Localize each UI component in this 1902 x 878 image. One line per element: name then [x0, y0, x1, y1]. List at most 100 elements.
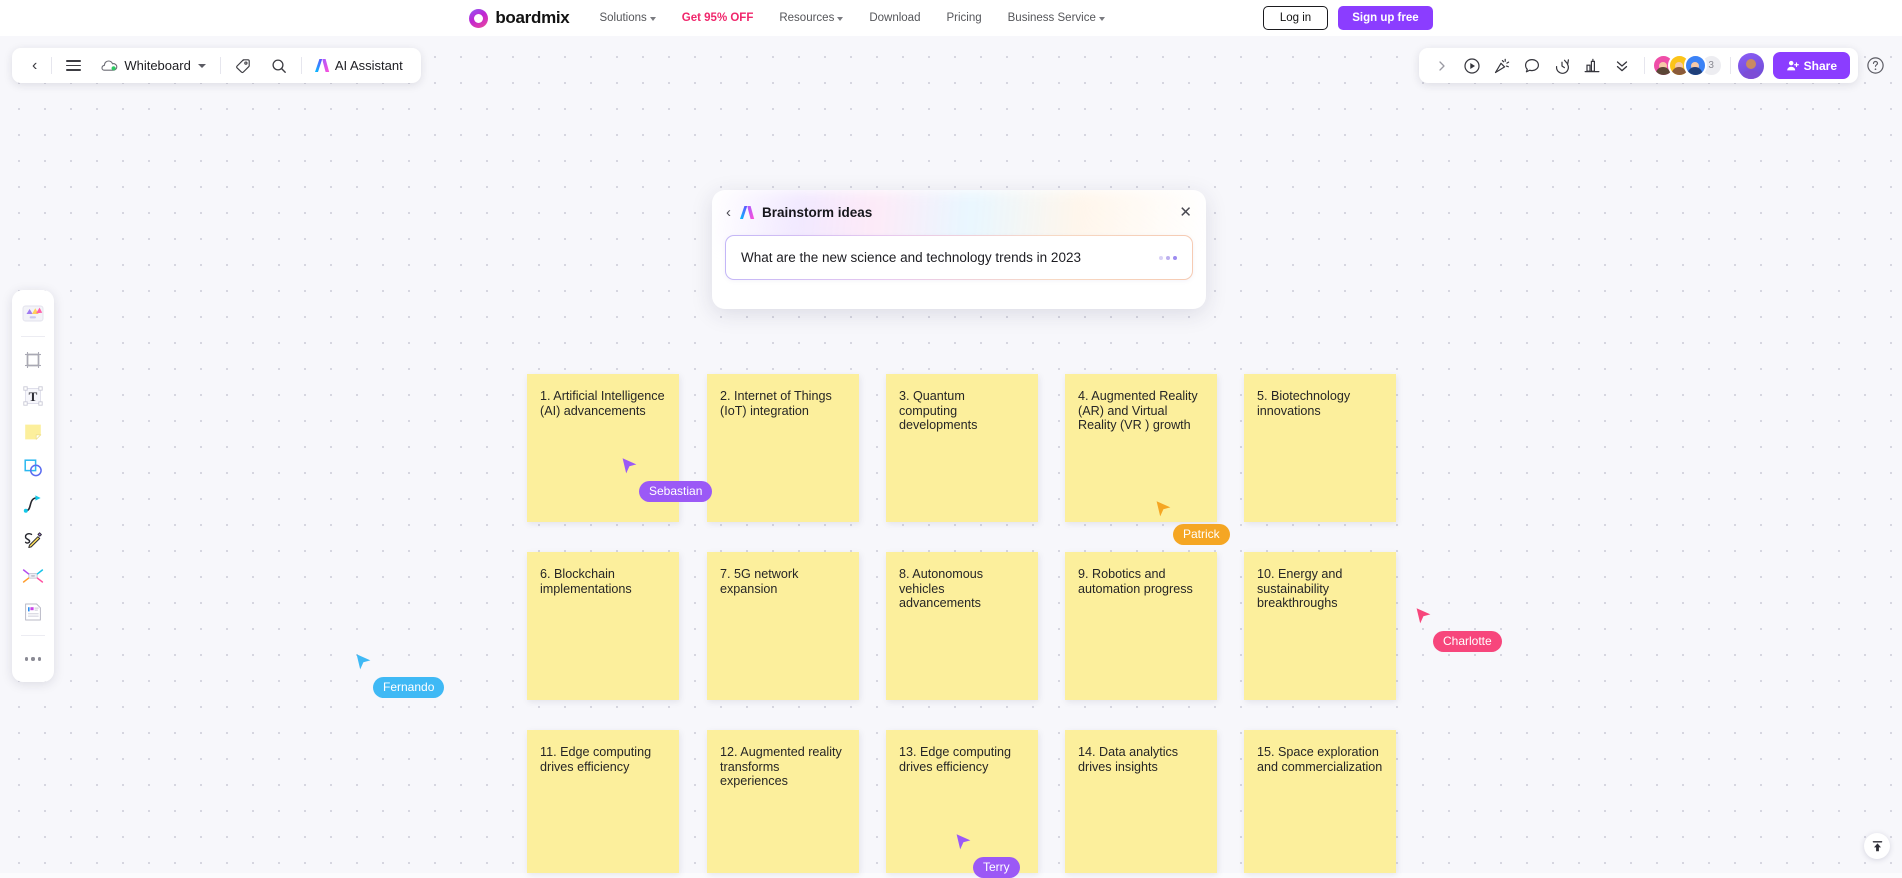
sticky-note[interactable]: 8. Autonomous vehicles advancements — [886, 552, 1038, 700]
collaborator-avatars[interactable]: 3 — [1652, 54, 1723, 77]
panel-back-button[interactable]: ‹ — [726, 205, 731, 220]
nav-link-business-service[interactable]: Business Service — [1008, 12, 1105, 24]
sticky-note-text: 1. Artificial Intelligence (AI) advancem… — [540, 389, 667, 418]
sticky-note-text: 13. Edge computing drives efficiency — [899, 745, 1026, 774]
chevron-down-icon — [1099, 17, 1105, 21]
collaborator-cursor-label: Sebastian — [639, 481, 712, 502]
divider — [21, 635, 45, 636]
sticky-note-icon[interactable] — [17, 416, 49, 448]
nav-link-pricing[interactable]: Pricing — [946, 12, 981, 24]
nav-link-resources[interactable]: Resources — [779, 12, 843, 24]
search-button[interactable] — [261, 48, 297, 83]
sticky-note[interactable]: 9. Robotics and automation progress — [1065, 552, 1217, 700]
board-title: Whiteboard — [124, 58, 190, 73]
vote-button[interactable] — [1577, 48, 1607, 83]
marketing-top-nav: boardmix Solutions Get 95% OFF Resources… — [0, 0, 1902, 36]
nav-link-label: Business Service — [1008, 12, 1096, 24]
comment-button[interactable] — [1517, 48, 1547, 83]
mind-map-icon[interactable] — [17, 560, 49, 592]
share-button[interactable]: Share — [1773, 52, 1850, 79]
nav-link-label: Pricing — [946, 12, 981, 24]
timer-button[interactable] — [1547, 48, 1577, 83]
divider — [220, 57, 221, 74]
ai-brainstorm-panel: ‹ Brainstorm ideas ✕ What are the new sc… — [712, 190, 1206, 309]
text-icon[interactable]: T — [17, 380, 49, 412]
frame-icon[interactable] — [17, 344, 49, 376]
collapse-button[interactable] — [1607, 48, 1637, 83]
sticky-note-text: 11. Edge computing drives efficiency — [540, 745, 667, 774]
sticky-note[interactable]: 15. Space exploration and commercializat… — [1244, 730, 1396, 873]
expand-toolbar-button[interactable] — [1427, 48, 1457, 83]
login-button[interactable]: Log in — [1263, 6, 1328, 30]
sticky-note-text: 3. Quantum computing developments — [899, 389, 1026, 433]
divider — [51, 57, 52, 74]
boardmix-logo-mark — [469, 9, 488, 28]
ai-panel-header: ‹ Brainstorm ideas ✕ — [712, 190, 1206, 235]
scroll-to-top-icon — [1871, 840, 1884, 853]
collaborator-cursor: Charlotte — [1415, 607, 1433, 627]
sticky-note[interactable]: 3. Quantum computing developments — [886, 374, 1038, 522]
back-chevron-icon: ‹ — [32, 58, 37, 74]
scroll-to-top-button[interactable] — [1864, 833, 1890, 859]
board-toolbar-left: ‹ Whiteboard — [12, 48, 421, 83]
svg-text:T: T — [29, 389, 38, 404]
template-library-icon[interactable] — [17, 297, 49, 329]
ai-prompt-field[interactable]: What are the new science and technology … — [725, 235, 1193, 280]
sticky-note[interactable]: 12. Augmented reality transforms experie… — [707, 730, 859, 873]
close-icon[interactable]: ✕ — [1179, 205, 1192, 220]
ai-panel-title: Brainstorm ideas — [762, 205, 872, 220]
pen-icon[interactable] — [17, 524, 49, 556]
sticky-note[interactable]: 7. 5G network expansion — [707, 552, 859, 700]
divider — [21, 336, 45, 337]
signup-button[interactable]: Sign up free — [1338, 6, 1432, 30]
boardmix-logo[interactable]: boardmix — [469, 8, 569, 28]
present-button[interactable] — [1457, 48, 1487, 83]
connector-icon[interactable] — [17, 488, 49, 520]
chevron-right-icon — [1436, 60, 1448, 72]
more-tools-icon[interactable] — [17, 643, 49, 675]
divider — [1644, 57, 1645, 74]
ellipsis-icon — [25, 657, 41, 660]
sticky-note-text: 9. Robotics and automation progress — [1078, 567, 1205, 596]
sticky-note[interactable]: 6. Blockchain implementations — [527, 552, 679, 700]
whiteboard-canvas[interactable]: 1. Artificial Intelligence (AI) advancem… — [0, 36, 1902, 873]
nav-actions: Log in Sign up free — [1263, 6, 1433, 30]
sticky-note[interactable]: 5. Biotechnology innovations — [1244, 374, 1396, 522]
sticky-note-text: 15. Space exploration and commercializat… — [1257, 745, 1384, 774]
tag-button[interactable] — [225, 48, 261, 83]
shapes-icon[interactable] — [17, 452, 49, 484]
sticky-note-text: 14. Data analytics drives insights — [1078, 745, 1205, 774]
cursor-pointer-icon — [1415, 607, 1433, 627]
board-title-dropdown[interactable]: Whiteboard — [91, 48, 215, 83]
collaborator-cursor: Fernando — [355, 653, 373, 673]
menu-button[interactable] — [56, 48, 91, 83]
sticky-note[interactable]: 11. Edge computing drives efficiency — [527, 730, 679, 873]
document-icon[interactable] — [17, 596, 49, 628]
tag-icon — [235, 58, 251, 74]
sticky-note-text: 4. Augmented Reality (AR) and Virtual Re… — [1078, 389, 1205, 433]
ai-assistant-button[interactable]: AI Assistant — [306, 58, 411, 73]
nav-link-solutions[interactable]: Solutions — [599, 12, 655, 24]
current-user-avatar[interactable] — [1738, 53, 1764, 79]
ai-sparkle-icon — [314, 58, 330, 73]
sticky-note[interactable]: 10. Energy and sustainability breakthrou… — [1244, 552, 1396, 700]
chevron-down-icon — [650, 17, 656, 21]
help-button[interactable] — [1858, 48, 1892, 83]
nav-link-promo[interactable]: Get 95% OFF — [682, 12, 754, 24]
nav-link-label: Download — [869, 12, 920, 24]
collaborator-cursor: Terry — [955, 833, 973, 853]
sticky-note[interactable]: 4. Augmented Reality (AR) and Virtual Re… — [1065, 374, 1217, 522]
cloud-saved-icon — [101, 60, 118, 72]
cursor-pointer-icon — [1155, 500, 1173, 520]
sticky-notes-layer: 1. Artificial Intelligence (AI) advancem… — [0, 36, 1902, 873]
sticky-note[interactable]: 2. Internet of Things (IoT) integration — [707, 374, 859, 522]
sticky-note[interactable]: 14. Data analytics drives insights — [1065, 730, 1217, 873]
collaborator-cursor: Patrick — [1155, 500, 1173, 520]
collaborator-cursor-label: Charlotte — [1433, 631, 1502, 652]
ai-sparkle-icon — [739, 205, 755, 220]
celebrate-button[interactable] — [1487, 48, 1517, 83]
avatar[interactable] — [1684, 54, 1707, 77]
present-play-icon — [1463, 57, 1481, 75]
nav-link-download[interactable]: Download — [869, 12, 920, 24]
back-button[interactable]: ‹ — [22, 48, 47, 83]
